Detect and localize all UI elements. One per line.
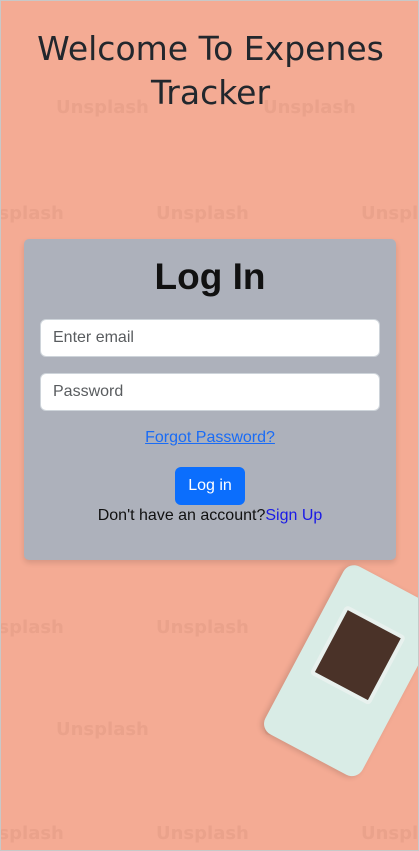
login-card: Log In Forgot Password? Log in Don't hav… <box>24 239 396 560</box>
watermark-text: Unsplash <box>156 823 249 844</box>
watermark-text: Unsplash <box>361 823 419 844</box>
login-title: Log In <box>154 256 266 297</box>
watermark-text: Unsplash <box>0 617 64 638</box>
background-calculator-image <box>259 561 418 781</box>
watermark-text: Unsplash <box>361 203 419 224</box>
app-frame: Unsplash Unsplash Unsplash Unsplash Unsp… <box>0 0 419 851</box>
page-title: Welcome To Expenes Tracker <box>37 29 384 112</box>
calculator-screen <box>309 604 407 706</box>
signup-link[interactable]: Sign Up <box>265 507 322 524</box>
email-input[interactable] <box>40 319 380 357</box>
watermark-text: Unsplash <box>0 203 64 224</box>
forgot-password-link[interactable]: Forgot Password? <box>24 429 396 447</box>
watermark-text: Unsplash <box>156 203 249 224</box>
signup-prompt-text: Don't have an account? <box>97 507 266 524</box>
password-input[interactable] <box>40 373 380 411</box>
watermark-text: Unsplash <box>156 617 249 638</box>
watermark-text: Unsplash <box>56 719 149 740</box>
login-button[interactable]: Log in <box>175 467 245 505</box>
watermark-text: Unsplash <box>0 823 64 844</box>
signup-prompt-row: Don't have an account?Sign Up <box>24 507 396 525</box>
